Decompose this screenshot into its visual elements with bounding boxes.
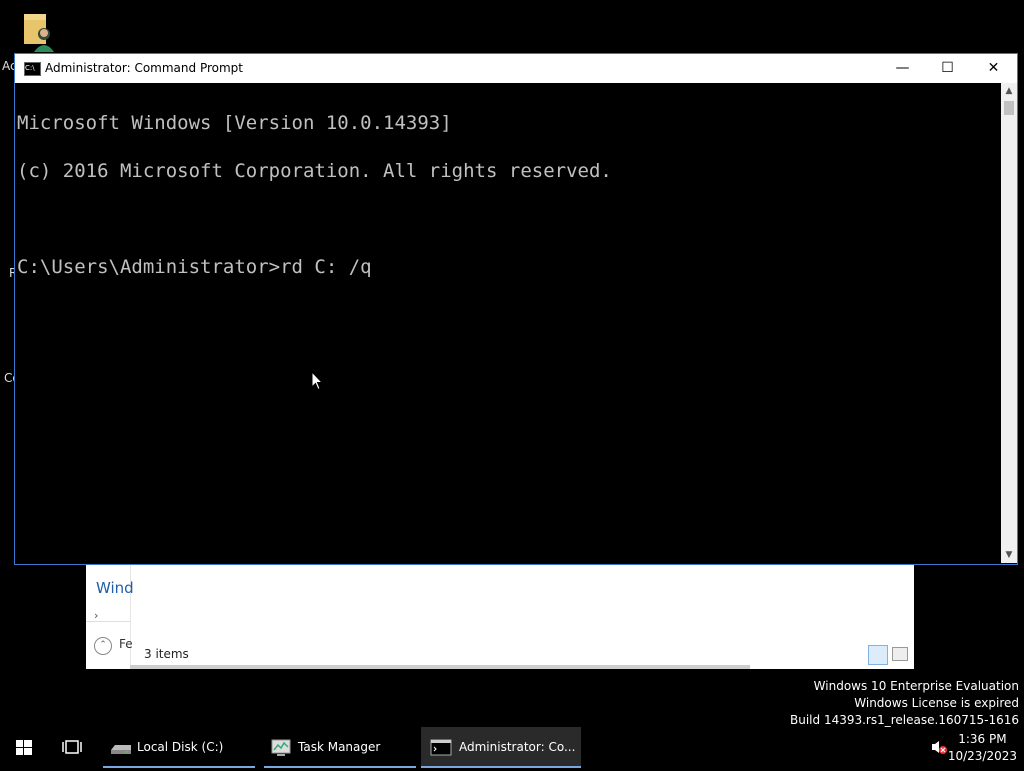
mouse-cursor-icon — [311, 370, 324, 395]
maximize-button[interactable]: ☐ — [925, 54, 970, 83]
console-output[interactable]: Microsoft Windows [Version 10.0.14393] (… — [17, 83, 1001, 561]
nav-windows-label[interactable]: Wind — [96, 579, 134, 597]
cmd-icon — [430, 739, 452, 756]
taskbar-app-command-prompt[interactable]: Administrator: Co... — [421, 727, 581, 768]
start-button[interactable] — [0, 727, 48, 768]
file-explorer-window[interactable]: Wind › ⌃ Fe 3 items — [86, 563, 914, 669]
task-view-icon — [62, 740, 82, 754]
console-line: (c) 2016 Microsoft Corporation. All righ… — [17, 160, 612, 182]
watermark-edition: Windows 10 Enterprise Evaluation — [813, 679, 1019, 693]
footer-label: Fe — [119, 637, 133, 651]
cmd-titlebar[interactable]: C:\ Administrator: Command Prompt — ☐ ✕ — [15, 54, 1017, 83]
collapse-up-icon[interactable]: ⌃ — [94, 637, 112, 655]
windows-watermark: Windows 10 Enterprise Evaluation Windows… — [790, 678, 1019, 729]
navigation-pane: Wind › ⌃ Fe — [86, 563, 134, 669]
command-prompt-window[interactable]: C:\ Administrator: Command Prompt — ☐ ✕ … — [14, 53, 1018, 565]
console-line: Microsoft Windows [Version 10.0.14393] — [17, 112, 452, 134]
large-icons-view-icon[interactable] — [892, 647, 908, 661]
details-view-icon[interactable] — [868, 645, 888, 665]
clock-date: 10/23/2023 — [947, 749, 1017, 763]
task-manager-icon — [271, 739, 291, 756]
horizontal-scrollbar[interactable] — [130, 665, 750, 669]
scroll-up-icon[interactable]: ▲ — [1001, 83, 1017, 99]
taskbar-app-label: Task Manager — [298, 740, 381, 754]
cmd-app-icon[interactable]: C:\ — [24, 62, 41, 76]
scroll-down-icon[interactable]: ▼ — [1001, 547, 1017, 563]
vertical-scrollbar[interactable]: ▲ ▼ — [1001, 83, 1017, 563]
drive-icon — [111, 745, 131, 754]
clock-time: 1:36 PM — [958, 732, 1007, 746]
taskbar-app-local-disk[interactable]: Local Disk (C:) — [103, 727, 255, 768]
minimize-button[interactable]: — — [880, 54, 925, 83]
task-view-button[interactable] — [48, 727, 96, 768]
taskbar: Local Disk (C:) Task Manager Administrat… — [0, 727, 1024, 768]
taskbar-app-label: Local Disk (C:) — [137, 740, 224, 754]
status-item-count: 3 items — [144, 647, 189, 661]
divider — [86, 621, 130, 622]
desktop-user-folder-icon[interactable] — [22, 12, 56, 52]
taskbar-app-label: Administrator: Co... — [459, 740, 576, 754]
window-title: Administrator: Command Prompt — [45, 61, 243, 75]
taskbar-app-task-manager[interactable]: Task Manager — [264, 727, 416, 768]
windows-logo-icon — [16, 740, 32, 755]
console-input-line[interactable]: C:\Users\Administrator>rd C: /q — [17, 258, 1001, 277]
close-button[interactable]: ✕ — [971, 54, 1016, 83]
volume-muted-icon[interactable] — [930, 739, 948, 759]
system-clock[interactable]: 1:36 PM 10/23/2023 — [948, 731, 1017, 765]
watermark-license: Windows License is expired — [854, 696, 1019, 710]
scroll-thumb[interactable] — [1004, 101, 1014, 115]
